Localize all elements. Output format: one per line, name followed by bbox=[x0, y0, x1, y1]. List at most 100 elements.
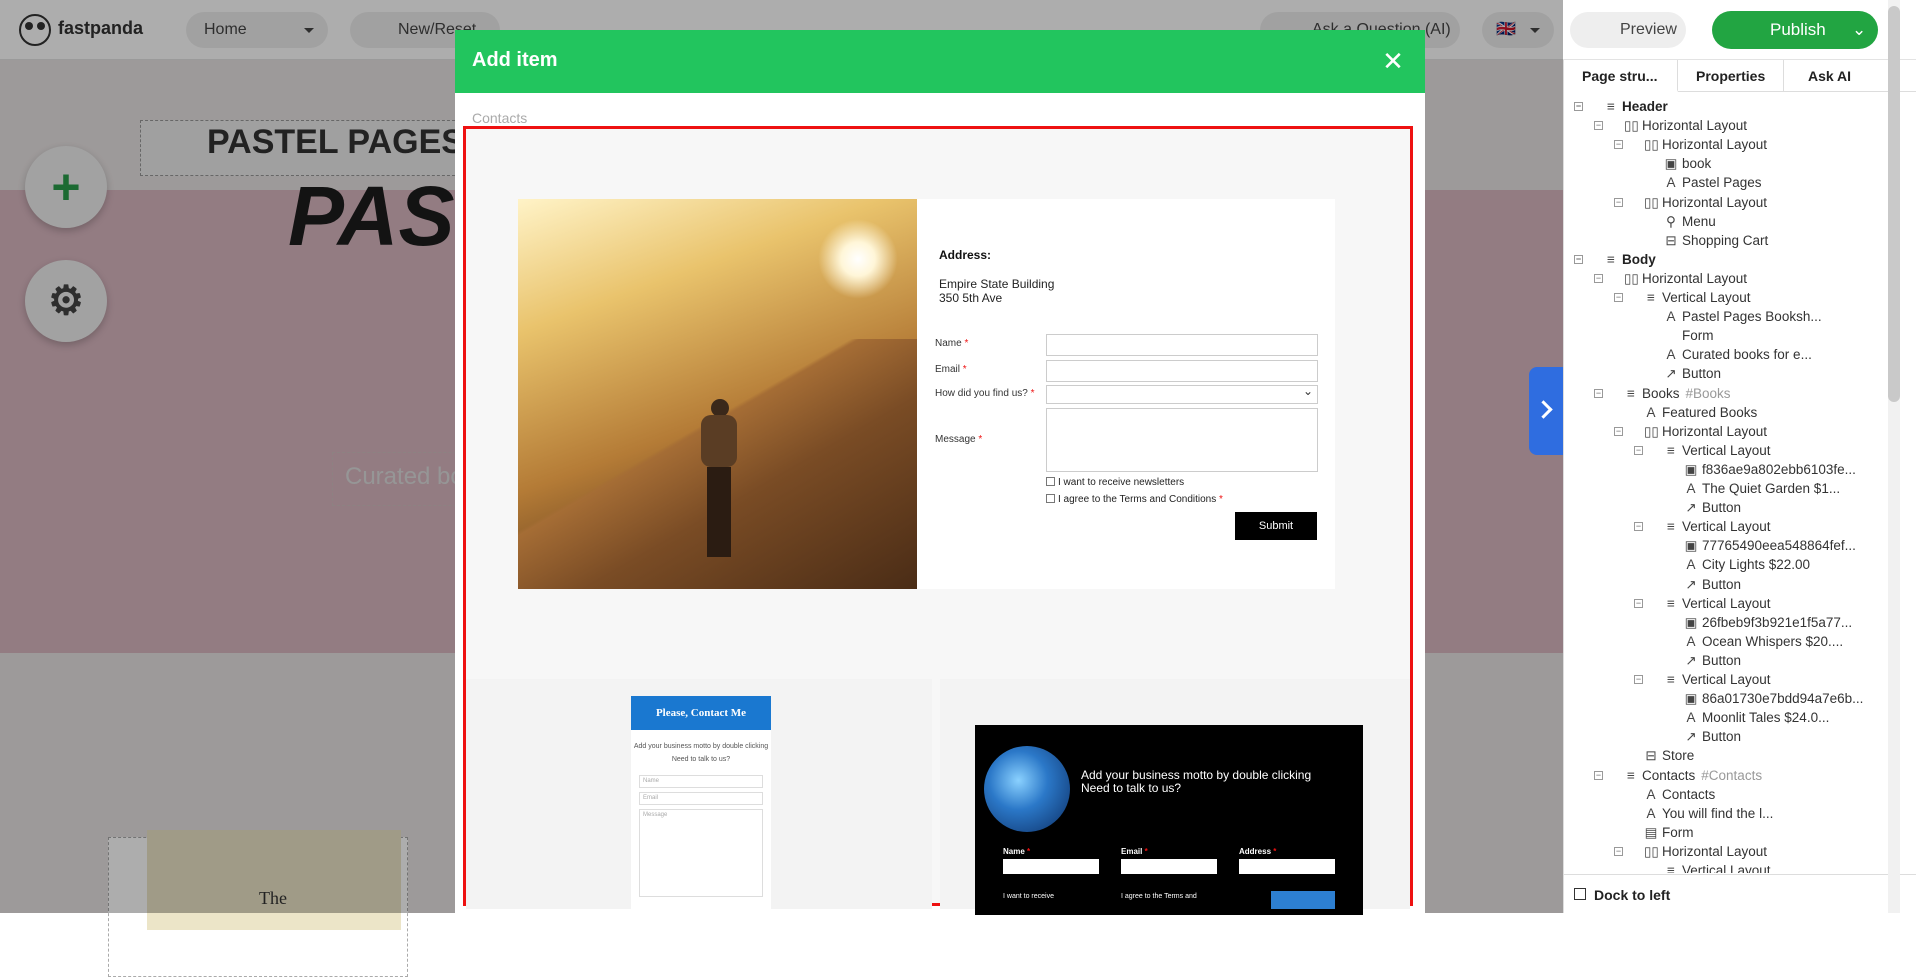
template-3-address-input bbox=[1239, 859, 1335, 874]
collapse-icon[interactable]: − bbox=[1594, 121, 1603, 131]
tree-node[interactable]: A Moonlit Tales $24.0... bbox=[1684, 709, 1884, 727]
contact-template-2[interactable]: Please, Contact Me Add your business mot… bbox=[466, 679, 932, 911]
collapse-icon[interactable]: − bbox=[1614, 293, 1623, 302]
collapse-icon[interactable]: − bbox=[1634, 445, 1643, 455]
dock-to-left-button[interactable]: Dock to left bbox=[1564, 874, 1916, 913]
tree-node-icon: ▯▯ bbox=[1644, 843, 1659, 859]
collapse-icon[interactable]: − bbox=[1594, 770, 1603, 780]
tree-node[interactable]: ▣ f836ae9a802ebb6103fe... bbox=[1684, 461, 1884, 479]
tree-node[interactable]: ▣ 77765490eea548864fef... bbox=[1684, 537, 1884, 555]
tree-node[interactable]: A City Lights $22.00 bbox=[1684, 556, 1884, 574]
tree-node[interactable]: ↗ Button bbox=[1684, 499, 1884, 517]
tab-ask-ai[interactable]: Ask AI bbox=[1784, 60, 1892, 92]
tree-node-icon: ▣ bbox=[1684, 691, 1698, 707]
terms-checkbox[interactable]: I agree to the Terms and Conditions * bbox=[1046, 494, 1223, 505]
tree-node-label: Moonlit Tales $24.0... bbox=[1702, 710, 1830, 726]
collapse-icon[interactable]: − bbox=[1634, 522, 1643, 532]
tree-node[interactable]: A Contacts bbox=[1644, 786, 1844, 804]
tree-node[interactable]: ↗ Button bbox=[1664, 365, 1864, 383]
tree-node-label: f836ae9a802ebb6103fe... bbox=[1702, 461, 1856, 477]
collapse-icon[interactable]: − bbox=[1614, 846, 1623, 856]
tree-node[interactable]: − ≡ Body bbox=[1574, 251, 1804, 269]
find-us-select[interactable] bbox=[1046, 384, 1318, 404]
tree-node[interactable]: A Featured Books bbox=[1644, 404, 1844, 422]
tree-node-label: City Lights $22.00 bbox=[1702, 557, 1811, 573]
tree-node-anchor: #Books bbox=[1685, 385, 1731, 401]
tree-node[interactable]: − ≡ Vertical Layout bbox=[1634, 518, 1864, 536]
collapse-icon[interactable]: − bbox=[1634, 598, 1643, 608]
tree-node[interactable]: − ▯▯ Horizontal Layout bbox=[1614, 194, 1844, 212]
contact-template-3[interactable]: Add your business motto by double clicki… bbox=[940, 679, 1410, 915]
collapse-icon[interactable]: − bbox=[1574, 254, 1583, 264]
tree-node-icon: ≡ bbox=[1627, 767, 1635, 783]
tree-node[interactable]: − ≡ Vertical Layout bbox=[1634, 595, 1864, 613]
tree-node[interactable]: Form bbox=[1664, 327, 1864, 345]
tree-node[interactable]: ↗ Button bbox=[1684, 652, 1884, 670]
tree-node[interactable]: − ≡ Contacts #Contacts bbox=[1594, 767, 1824, 785]
tree-node[interactable]: ↗ Button bbox=[1684, 728, 1884, 746]
building-photo bbox=[984, 746, 1070, 832]
tree-node[interactable]: ⚲ Menu bbox=[1664, 213, 1864, 231]
tree-node-label: Contacts bbox=[1642, 767, 1696, 783]
submit-button[interactable]: Submit bbox=[1235, 512, 1317, 540]
contact-template-1[interactable]: Address: Empire State Building 350 5th A… bbox=[518, 199, 1335, 589]
tab-properties[interactable]: Properties bbox=[1678, 60, 1784, 92]
tree-node[interactable]: − ▯▯ Horizontal Layout bbox=[1614, 423, 1844, 441]
scrollbar-thumb[interactable] bbox=[1888, 6, 1900, 402]
tree-node[interactable]: ⊟ Store bbox=[1644, 747, 1844, 765]
tree-node-label: Vertical Layout bbox=[1682, 442, 1771, 458]
tree-node[interactable]: ⊟ Shopping Cart bbox=[1664, 232, 1864, 250]
tree-node[interactable]: − ▯▯ Horizontal Layout bbox=[1614, 843, 1844, 861]
tree-node[interactable]: ≡ Vertical Layout bbox=[1664, 862, 1864, 873]
tree-node[interactable]: − ▯▯ Horizontal Layout bbox=[1594, 270, 1824, 288]
collapse-icon[interactable]: − bbox=[1574, 102, 1583, 111]
tree-node[interactable]: ↗ Button bbox=[1684, 576, 1884, 594]
tree-node-icon: ▯▯ bbox=[1644, 194, 1659, 210]
tree-node[interactable]: A The Quiet Garden $1... bbox=[1684, 480, 1884, 498]
message-textarea[interactable] bbox=[1046, 408, 1318, 472]
tree-node[interactable]: A You will find the l... bbox=[1644, 805, 1844, 823]
tree-node[interactable]: A Ocean Whispers $20.... bbox=[1684, 633, 1884, 651]
template-3-submit bbox=[1271, 891, 1335, 909]
tree-node[interactable]: A Curated books for e... bbox=[1664, 346, 1864, 364]
name-input[interactable] bbox=[1046, 334, 1318, 356]
close-icon[interactable]: ✕ bbox=[1379, 47, 1407, 75]
tree-node-label: Form bbox=[1662, 824, 1694, 840]
tree-node-icon: A bbox=[1686, 481, 1696, 496]
tree-node-icon: ↗ bbox=[1685, 652, 1697, 668]
tree-node[interactable]: − ≡ Header bbox=[1574, 98, 1804, 116]
email-input[interactable] bbox=[1046, 360, 1318, 382]
chevron-down-icon[interactable]: ⌄ bbox=[1852, 11, 1866, 49]
publish-button[interactable]: Publish ⌄ bbox=[1712, 11, 1878, 49]
tree-node[interactable]: − ≡ Vertical Layout bbox=[1614, 289, 1844, 307]
template-2-talk: Need to talk to us? bbox=[671, 756, 731, 763]
tree-node-label: Vertical Layout bbox=[1682, 863, 1771, 873]
tree-node[interactable]: ▣ 26fbeb9f3b921e1f5a77... bbox=[1684, 614, 1884, 632]
tree-node[interactable]: − ≡ Books #Books bbox=[1594, 385, 1824, 403]
tree-node[interactable]: ▤ Form bbox=[1644, 824, 1844, 842]
newsletter-checkbox[interactable]: I want to receive newsletters bbox=[1046, 477, 1184, 488]
tree-node[interactable]: ▣ 86a01730e7bdd94a7e6b... bbox=[1684, 690, 1884, 708]
tree-node[interactable]: A Pastel Pages bbox=[1664, 174, 1864, 192]
tree-node[interactable]: A Pastel Pages Booksh... bbox=[1664, 308, 1864, 326]
tab-page-structure[interactable]: Page stru... bbox=[1564, 60, 1678, 92]
tree-node[interactable]: − ≡ Vertical Layout bbox=[1634, 442, 1864, 460]
panel-toggle-button[interactable] bbox=[1529, 367, 1563, 455]
preview-button[interactable]: Preview bbox=[1570, 12, 1686, 48]
tree-node-icon: A bbox=[1686, 557, 1696, 573]
collapse-icon[interactable]: − bbox=[1614, 197, 1623, 207]
collapse-icon[interactable]: − bbox=[1594, 388, 1603, 398]
tree-node[interactable]: − ≡ Vertical Layout bbox=[1634, 671, 1864, 689]
collapse-icon[interactable]: − bbox=[1614, 426, 1623, 436]
tree-node-label: Horizontal Layout bbox=[1642, 118, 1748, 134]
tree-node[interactable]: ▣ book bbox=[1664, 155, 1864, 173]
tree-node[interactable]: − ▯▯ Horizontal Layout bbox=[1594, 117, 1824, 135]
dock-label: Dock to left bbox=[1594, 887, 1671, 903]
template-3-email-input bbox=[1121, 859, 1217, 874]
tree-node-label: Menu bbox=[1682, 213, 1716, 229]
collapse-icon[interactable]: − bbox=[1614, 140, 1623, 150]
collapse-icon[interactable]: − bbox=[1634, 675, 1643, 684]
collapse-icon[interactable]: − bbox=[1594, 273, 1603, 283]
template-3-card: Add your business motto by double clicki… bbox=[975, 725, 1363, 915]
tree-node[interactable]: − ▯▯ Horizontal Layout bbox=[1614, 136, 1844, 154]
